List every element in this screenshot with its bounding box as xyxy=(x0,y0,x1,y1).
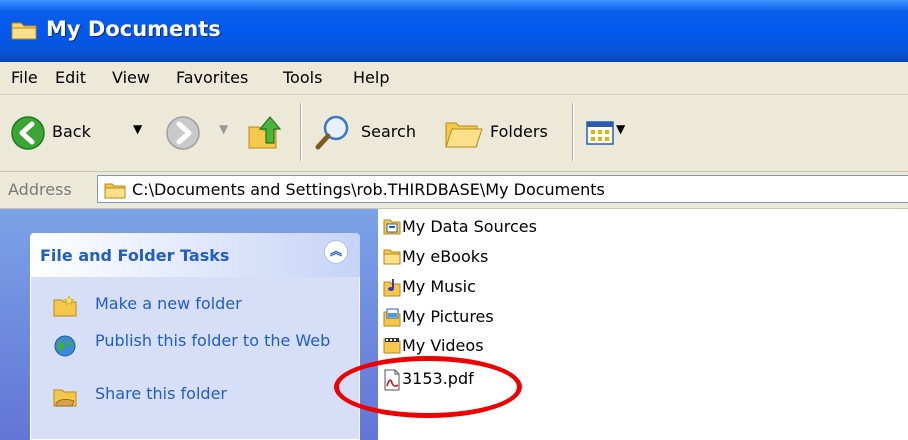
menu-bar: File Edit View Favorites Tools Help xyxy=(0,62,908,95)
task-panel-header[interactable]: File and Folder Tasks ︽ xyxy=(30,233,360,277)
folders-icon[interactable] xyxy=(444,115,484,155)
search-button[interactable]: Search xyxy=(361,122,416,141)
forward-arrow-icon[interactable] xyxy=(165,115,201,155)
collapse-chevron-icon[interactable]: ︽ xyxy=(324,240,348,264)
menu-favorites[interactable]: Favorites xyxy=(176,68,248,87)
title-bar[interactable]: My Documents xyxy=(0,0,908,62)
globe-icon xyxy=(53,334,77,362)
back-dropdown-icon[interactable]: ▼ xyxy=(133,122,142,136)
address-input[interactable]: C:\Documents and Settings\rob.THIRDBASE\… xyxy=(97,175,908,203)
file-name: My Music xyxy=(402,277,476,296)
search-icon[interactable] xyxy=(314,113,354,155)
make-new-folder-link[interactable]: Make a new folder xyxy=(95,294,242,314)
file-name: My Videos xyxy=(402,336,484,355)
forward-dropdown-icon[interactable]: ▼ xyxy=(219,122,228,136)
task-panel-body: Make a new folder Publish this folder to… xyxy=(30,277,360,440)
menu-file[interactable]: File xyxy=(11,68,38,87)
file-name: My Data Sources xyxy=(402,217,537,236)
file-name: My Pictures xyxy=(402,307,494,326)
back-button[interactable]: Back xyxy=(52,122,91,141)
data-sources-folder-icon xyxy=(383,217,401,239)
views-dropdown-icon[interactable]: ▼ xyxy=(616,122,625,136)
folders-button[interactable]: Folders xyxy=(490,122,548,141)
highlight-annotation xyxy=(334,356,522,418)
address-label: Address xyxy=(8,180,72,199)
folder-icon xyxy=(10,17,38,45)
toolbar-separator xyxy=(300,103,301,161)
up-folder-icon[interactable] xyxy=(246,113,282,155)
toolbar: Back ▼ ▼ Search Folders ▼ xyxy=(0,95,908,172)
file-name: My eBooks xyxy=(402,247,489,266)
address-path: C:\Documents and Settings\rob.THIRDBASE\… xyxy=(132,180,605,199)
back-arrow-icon[interactable] xyxy=(10,115,46,155)
toolbar-separator xyxy=(572,103,573,161)
task-panel-title: File and Folder Tasks xyxy=(40,246,230,265)
menu-help[interactable]: Help xyxy=(353,68,389,87)
music-folder-icon xyxy=(383,277,401,301)
view-grid-icon[interactable] xyxy=(586,121,614,149)
videos-folder-icon xyxy=(383,336,401,358)
menu-tools[interactable]: Tools xyxy=(283,68,322,87)
address-bar: Address C:\Documents and Settings\rob.TH… xyxy=(0,172,908,209)
menu-view[interactable]: View xyxy=(112,68,150,87)
window-title: My Documents xyxy=(46,17,221,41)
share-folder-link[interactable]: Share this folder xyxy=(95,384,227,404)
folder-icon xyxy=(104,181,126,203)
publish-folder-link[interactable]: Publish this folder to the Web xyxy=(95,331,335,351)
folder-icon xyxy=(383,247,401,269)
share-folder-icon xyxy=(53,385,77,411)
new-folder-icon xyxy=(53,295,77,321)
pictures-folder-icon xyxy=(383,307,401,331)
menu-edit[interactable]: Edit xyxy=(55,68,86,87)
